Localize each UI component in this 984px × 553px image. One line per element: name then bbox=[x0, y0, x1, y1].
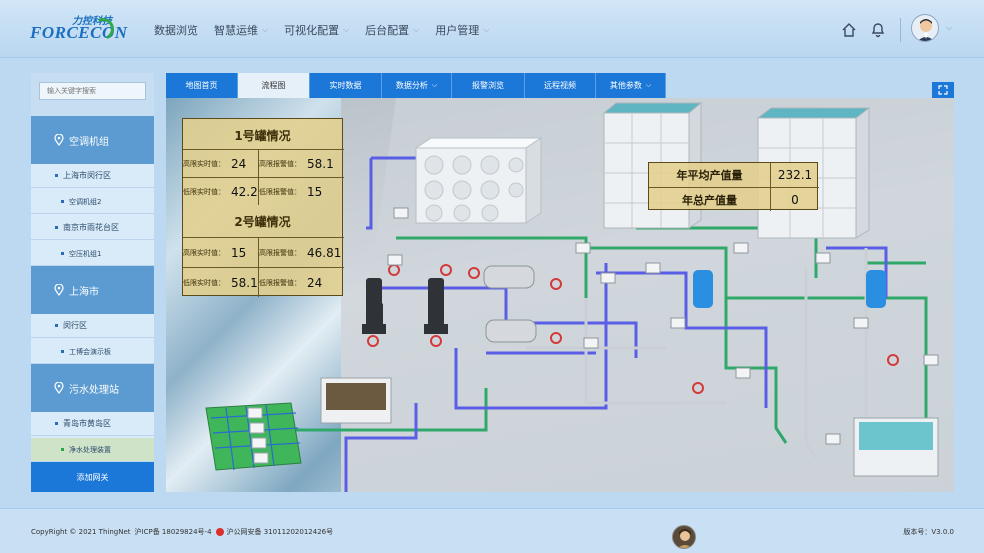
water-storage-tank bbox=[414, 137, 543, 224]
bullet-icon bbox=[55, 226, 58, 229]
tree-item-qingdao-huangdao[interactable]: 青岛市黄岛区 bbox=[31, 412, 154, 436]
police-record-link[interactable]: 沪公网安备 31011202012426号 bbox=[227, 527, 334, 537]
view-tabs: 地图首页 流程图 实时数据 数据分析 ⌵ 报警浏览 远程视频 其他参数 ⌵ bbox=[166, 73, 666, 98]
tank2-high-realtime: 高限实时值： 15 bbox=[183, 237, 259, 267]
nav-visual-config[interactable]: 可视化配置 ⌵ bbox=[284, 22, 349, 38]
tank2-low-alarm: 低限报警值： 24 bbox=[259, 267, 344, 297]
tank2-title: 2号罐情况 bbox=[234, 215, 291, 229]
tree-item-shanghai-minhang[interactable]: 上海市闵行区 bbox=[31, 164, 154, 188]
bell-icon[interactable] bbox=[870, 21, 886, 38]
tab-data-analysis[interactable]: 数据分析 ⌵ bbox=[382, 73, 452, 98]
home-icon[interactable] bbox=[841, 22, 857, 38]
total-output-label: 年总产值量 bbox=[649, 187, 771, 211]
police-badge-icon bbox=[215, 528, 224, 536]
tree-item-nanjing-yuhuatai[interactable]: 南京市雨花台区 bbox=[31, 216, 154, 240]
top-header: 力控科技 FORCECON 数据浏览 智慧运维 ⌵ 可视化配置 ⌵ 后台配置 ⌵ 用户… bbox=[0, 0, 984, 58]
tank-status-panel: 1号罐情况 高限实时值： 24 高限报警值： 58.1 低限实时值： 42.2 低限报… bbox=[182, 118, 344, 297]
fullscreen-icon bbox=[938, 85, 948, 95]
chevron-down-icon: ⌵ bbox=[483, 25, 490, 34]
copyright-info: CopyRight © 2021 ThingNet 沪ICP备 18029824… bbox=[31, 527, 333, 537]
tank1-high-realtime: 高限实时值： 24 bbox=[183, 149, 259, 177]
tree-item-expo-demo-board[interactable]: 工博会演示板 bbox=[31, 340, 154, 364]
tank2-low-realtime: 低限实时值： 58.1 bbox=[183, 267, 259, 297]
tank1-title: 1号罐情况 bbox=[234, 129, 291, 143]
bullet-icon bbox=[61, 350, 64, 353]
chevron-down-icon: ⌵ bbox=[343, 25, 350, 34]
tree-item-aircon-unit2[interactable]: 空调机组2 bbox=[31, 190, 154, 214]
tab-flowchart[interactable]: 流程图 bbox=[238, 73, 310, 98]
avg-output-value: 232.1 bbox=[777, 168, 813, 182]
group-aircon[interactable]: 空调机组 bbox=[31, 116, 154, 164]
avg-output-label: 年平均产值量 bbox=[649, 163, 771, 187]
chevron-down-icon[interactable]: ⌵ bbox=[946, 23, 952, 33]
location-pin-icon bbox=[54, 382, 64, 394]
location-pin-icon bbox=[54, 284, 64, 296]
bullet-icon bbox=[61, 252, 64, 255]
tab-realtime-data[interactable]: 实时数据 bbox=[310, 73, 382, 98]
forcecon-logo[interactable]: 力控科技 FORCECON bbox=[30, 12, 127, 46]
tank2-high-alarm: 高限报警值： 46.81 bbox=[259, 237, 344, 267]
chevron-down-icon: ⌵ bbox=[262, 25, 269, 34]
bullet-icon bbox=[61, 448, 64, 451]
group-shanghai[interactable]: 上海市 bbox=[31, 266, 154, 314]
copyright-text: CopyRight © 2021 ThingNet bbox=[31, 528, 131, 536]
bullet-icon bbox=[61, 200, 64, 203]
nav-user-mgmt[interactable]: 用户管理 ⌵ bbox=[435, 22, 489, 38]
tank1-low-realtime: 低限实时值： 42.2 bbox=[183, 177, 259, 205]
sludge-box bbox=[320, 377, 392, 424]
tab-remote-video[interactable]: 远程视频 bbox=[525, 73, 596, 98]
tab-other-params[interactable]: 其他参数 ⌵ bbox=[596, 73, 666, 98]
tree-item-compressor-unit1[interactable]: 空压机组1 bbox=[31, 242, 154, 266]
search-input[interactable] bbox=[39, 82, 146, 100]
bullet-icon bbox=[55, 324, 58, 327]
nav-backend-config[interactable]: 后台配置 ⌵ bbox=[365, 22, 419, 38]
annual-output-panel: 年平均产值量 232.1 年总产值量 0 bbox=[648, 162, 819, 211]
process-flow-scene: 1号罐情况 高限实时值： 24 高限报警值： 58.1 低限实时值： 42.2 低限报… bbox=[166, 98, 954, 492]
chevron-down-icon: ⌵ bbox=[645, 81, 652, 89]
assistant-avatar[interactable] bbox=[672, 525, 696, 549]
tab-map-home[interactable]: 地图首页 bbox=[166, 73, 238, 98]
tree-item-minhang[interactable]: 闵行区 bbox=[31, 314, 154, 338]
tree-item-water-purifier[interactable]: 净水处理装置 bbox=[31, 438, 154, 462]
fullscreen-button[interactable] bbox=[932, 82, 954, 98]
user-avatar[interactable] bbox=[911, 14, 939, 42]
search-area bbox=[31, 73, 154, 116]
bullet-icon bbox=[55, 422, 58, 425]
bullet-icon bbox=[55, 174, 58, 177]
chevron-down-icon: ⌵ bbox=[413, 25, 420, 34]
header-divider bbox=[900, 18, 901, 42]
tab-alarm-browse[interactable]: 报警浏览 bbox=[452, 73, 525, 98]
clear-water-pool bbox=[853, 417, 939, 477]
group-sewage-station[interactable]: 污水处理站 bbox=[31, 364, 154, 412]
main-nav: 数据浏览 智慧运维 ⌵ 可视化配置 ⌵ 后台配置 ⌵ 用户管理 ⌵ bbox=[154, 22, 505, 38]
total-output-value: 0 bbox=[771, 187, 819, 211]
tank1-high-alarm: 高限报警值： 58.1 bbox=[259, 149, 344, 177]
icp-link[interactable]: 沪ICP备 18029824号-4 bbox=[135, 527, 212, 537]
nav-smart-ops[interactable]: 智慧运维 ⌵ bbox=[214, 22, 268, 38]
nav-data-browse[interactable]: 数据浏览 bbox=[154, 22, 198, 38]
tank1-low-alarm: 低限报警值： 15 bbox=[259, 177, 344, 205]
page-footer: CopyRight © 2021 ThingNet 沪ICP备 18029824… bbox=[0, 508, 984, 553]
version-label: 版本号：V3.0.0 bbox=[903, 528, 954, 536]
chevron-down-icon: ⌵ bbox=[431, 81, 438, 89]
treatment-grid-module bbox=[205, 402, 302, 471]
add-gateway-button[interactable]: 添加网关 bbox=[31, 462, 154, 492]
location-pin-icon bbox=[54, 134, 64, 146]
device-tree-sidebar: 空调机组 上海市闵行区 空调机组2 南京市雨花台区 空压机组1 上海市 闵行区 … bbox=[31, 73, 154, 492]
